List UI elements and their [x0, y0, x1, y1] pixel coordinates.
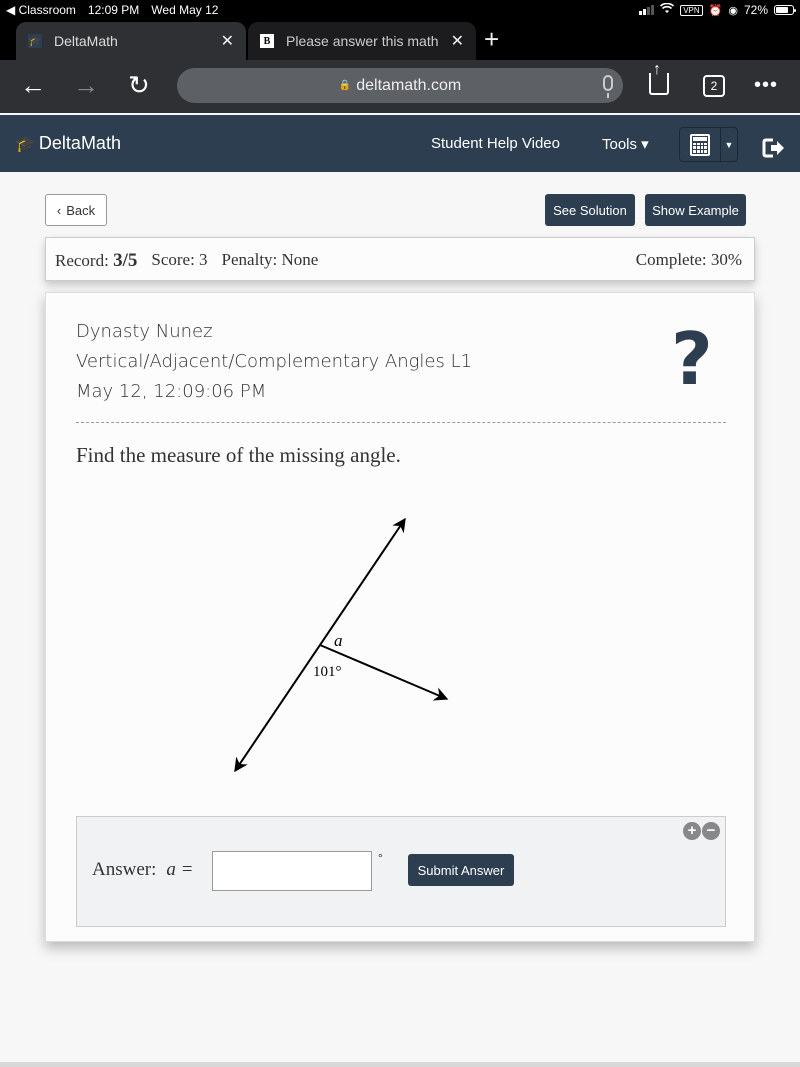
angle-diagram: a 101° [234, 517, 449, 773]
tab-deltamath[interactable]: 🎓 DeltaMath ✕ [16, 22, 246, 60]
back-arrow-icon[interactable]: ← [20, 71, 46, 99]
unknown-angle-label: a [334, 631, 343, 650]
calculator-button[interactable] [680, 128, 721, 161]
penalty: Penalty: None [221, 250, 319, 269]
calculator-button-group: ▼ [679, 127, 738, 162]
submit-answer-button[interactable]: Submit Answer [408, 854, 514, 886]
tab-count-button[interactable]: 2 [703, 75, 725, 97]
back-to-app[interactable]: ◀ Classroom [6, 3, 76, 17]
tab-title: Please answer this math [286, 33, 439, 49]
student-help-video-link[interactable]: Student Help Video [431, 135, 560, 152]
cellular-signal-icon [639, 5, 655, 15]
browser-toolbar: ← → ↻ 🔒 deltamath.com 2 ••• [0, 60, 800, 113]
tab-title: DeltaMath [54, 33, 118, 49]
answer-variable: a = [166, 859, 194, 880]
calculator-icon [690, 133, 710, 156]
reload-icon[interactable]: ↻ [128, 71, 150, 99]
degree-unit: ° [378, 851, 383, 865]
tools-dropdown[interactable]: Tools ▾ [602, 135, 649, 153]
vpn-badge: VPN [680, 4, 703, 16]
calculator-dropdown-caret[interactable]: ▼ [721, 128, 737, 161]
logout-icon[interactable] [762, 137, 786, 159]
url-text: deltamath.com [356, 76, 462, 94]
chevron-left-icon: ‹ [56, 202, 62, 218]
completion-status: Complete: 30% [635, 250, 742, 269]
record: Record: 3/5 [55, 250, 138, 271]
share-icon[interactable] [649, 61, 669, 95]
deltamath-logo[interactable]: 🎓 DeltaMath [15, 133, 121, 154]
lock-icon: 🔒 [338, 80, 352, 91]
problem-card: Dynasty Nunez Vertical/Adjacent/Compleme… [45, 292, 755, 942]
microphone-icon[interactable] [603, 75, 613, 98]
brainly-favicon-icon: B [260, 34, 274, 48]
graduation-cap-icon: 🎓 [15, 135, 35, 153]
bottom-strip [0, 1062, 800, 1067]
tab-brainly[interactable]: B Please answer this math ✕ [248, 22, 476, 60]
score: Score: 3 [151, 250, 208, 269]
ios-status-bar: ◀ Classroom 12:09 PM Wed May 12 VPN ⏰ ◉ … [0, 0, 800, 20]
record-bar: Record: 3/5 Score: 3 Penalty: None Compl… [45, 237, 755, 281]
zoom-out-icon[interactable]: − [702, 822, 720, 840]
browser-tab-bar: 🎓 DeltaMath ✕ B Please answer this math … [0, 20, 800, 60]
zoom-in-icon[interactable]: + [683, 822, 701, 840]
brand-name: DeltaMath [38, 133, 121, 153]
answer-input[interactable] [212, 851, 372, 891]
battery-icon [774, 5, 796, 15]
show-example-button[interactable]: Show Example [645, 194, 746, 226]
rotation-lock-icon: ◉ [728, 4, 738, 17]
deltamath-navbar: 🎓 DeltaMath Student Help Video Tools ▾ ▼ [0, 115, 800, 172]
forward-arrow-icon[interactable]: → [73, 71, 99, 99]
clock: 12:09 PM [87, 3, 140, 17]
alarm-icon: ⏰ [708, 4, 723, 17]
back-button[interactable]: ‹ Back [45, 194, 107, 226]
graduation-cap-icon: 🎓 [28, 34, 42, 48]
address-bar[interactable]: 🔒 deltamath.com [177, 68, 623, 103]
zoom-controls: + − [683, 822, 720, 840]
given-angle-label: 101° [313, 664, 342, 680]
see-solution-button[interactable]: See Solution [545, 194, 635, 226]
close-tab-icon[interactable]: ✕ [451, 31, 464, 51]
wifi-icon [660, 2, 675, 17]
more-options-icon[interactable]: ••• [754, 74, 778, 97]
answer-box: + − Answer: a = ° Submit Answer [76, 816, 726, 927]
answer-label: Answer: a = [92, 859, 194, 880]
new-tab-plus-icon[interactable]: + [484, 26, 499, 52]
battery-percent: 72% [743, 3, 768, 17]
date: Wed May 12 [151, 3, 219, 17]
close-tab-icon[interactable]: ✕ [221, 31, 234, 51]
back-label: Back [66, 202, 96, 218]
